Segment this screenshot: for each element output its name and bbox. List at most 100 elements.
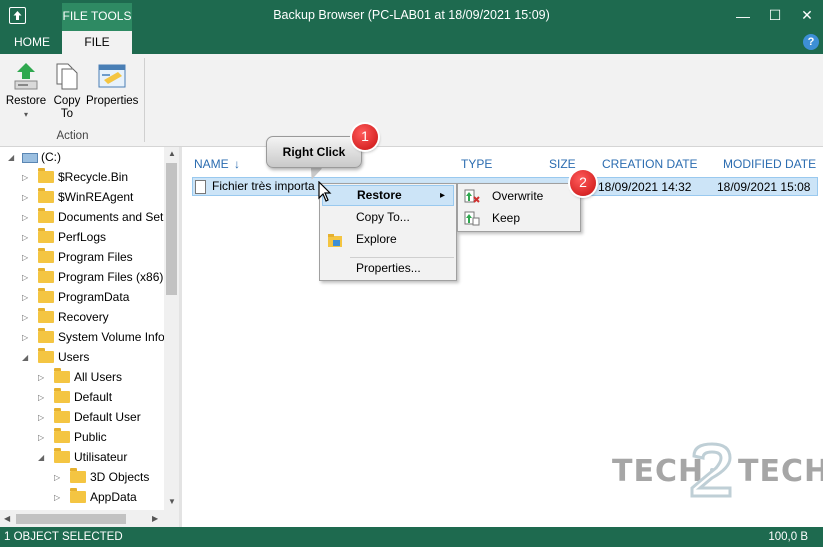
tree-item[interactable]: ◢ Utilisateur bbox=[38, 447, 127, 467]
file-name-cell: Fichier très importa bbox=[195, 179, 315, 194]
submenu-item-keep[interactable]: Keep bbox=[460, 208, 578, 229]
tree-item[interactable]: ▷ ProgramData bbox=[22, 287, 129, 307]
scroll-thumb[interactable] bbox=[16, 514, 126, 524]
submenu-arrow-icon: ▸ bbox=[439, 190, 445, 201]
expand-arrow-icon[interactable]: ▷ bbox=[22, 308, 32, 328]
status-bar: 1 OBJECT SELECTED 100,0 B bbox=[0, 527, 823, 547]
column-header-type[interactable]: TYPE bbox=[461, 157, 492, 171]
modified-date-cell: 18/09/2021 15:08 bbox=[717, 180, 811, 194]
mouse-cursor-icon bbox=[318, 180, 332, 206]
title-bar: FILE TOOLS Backup Browser (PC-LAB01 at 1… bbox=[0, 0, 823, 31]
column-header-name[interactable]: NAME ↓ bbox=[194, 157, 240, 171]
tree-root-drive[interactable]: ◢ (C:) bbox=[8, 147, 61, 167]
folder-icon bbox=[38, 287, 54, 303]
menu-item-explore[interactable]: Explore bbox=[322, 229, 454, 250]
selection-size: 100,0 B bbox=[768, 531, 808, 543]
expand-arrow-icon[interactable]: ▷ bbox=[54, 468, 64, 488]
folder-icon bbox=[38, 267, 54, 283]
ribbon-group-separator bbox=[144, 58, 145, 142]
expand-arrow-icon[interactable]: ▷ bbox=[38, 368, 48, 388]
minimize-button[interactable]: — bbox=[727, 0, 759, 31]
folder-open-icon bbox=[54, 447, 70, 463]
tree-item[interactable]: ▷ Public bbox=[38, 427, 107, 447]
tree-item[interactable]: ▷ $WinREAgent bbox=[22, 187, 133, 207]
menu-item-restore[interactable]: Restore ▸ bbox=[322, 185, 454, 206]
tree-item[interactable]: ▷ Recovery bbox=[22, 307, 109, 327]
scroll-right-icon[interactable]: ▶ bbox=[152, 514, 158, 523]
expand-arrow-icon[interactable]: ▷ bbox=[22, 248, 32, 268]
tree-item[interactable]: ▷ Program Files bbox=[22, 247, 133, 267]
right-click-callout: Right Click bbox=[266, 136, 362, 168]
properties-button[interactable]: Properties bbox=[86, 60, 138, 108]
expand-arrow-icon[interactable]: ▷ bbox=[22, 328, 32, 348]
tree-vertical-scrollbar[interactable]: ▲ ▼ bbox=[164, 147, 179, 510]
expand-arrow-icon[interactable]: ▷ bbox=[54, 488, 64, 508]
expand-arrow-icon[interactable]: ▷ bbox=[22, 188, 32, 208]
restore-label: Restore bbox=[5, 95, 47, 107]
folder-icon bbox=[54, 367, 70, 383]
folder-icon bbox=[70, 467, 86, 483]
watermark-logo: TECH TECH bbox=[612, 440, 823, 500]
tree-item[interactable]: ▷ Program Files (x86) bbox=[22, 267, 163, 287]
tree-item[interactable]: ▷ PerfLogs bbox=[22, 227, 106, 247]
tree-item[interactable]: ◢ Users bbox=[22, 347, 89, 367]
tree-item[interactable]: ▷ Default User bbox=[38, 407, 141, 427]
tree-item[interactable]: ▷ All Users bbox=[38, 367, 122, 387]
selection-status: 1 OBJECT SELECTED bbox=[4, 531, 123, 543]
tree-horizontal-scrollbar[interactable]: ◀ ▶ bbox=[0, 510, 179, 527]
copy-icon bbox=[51, 60, 83, 92]
restore-dropdown-arrow[interactable]: ▾ bbox=[4, 108, 48, 121]
column-header-modified-date[interactable]: MODIFIED DATE bbox=[723, 157, 816, 171]
maximize-button[interactable]: ☐ bbox=[759, 0, 791, 31]
folder-icon bbox=[38, 187, 54, 203]
menu-item-properties[interactable]: Properties... bbox=[322, 258, 454, 279]
collapse-arrow-icon[interactable]: ◢ bbox=[22, 348, 32, 368]
restore-icon bbox=[10, 60, 42, 92]
step-badge-2: 2 bbox=[570, 170, 596, 196]
submenu-item-overwrite[interactable]: Overwrite bbox=[460, 186, 578, 207]
tree-item[interactable]: ▷ $Recycle.Bin bbox=[22, 167, 128, 187]
tree-item[interactable]: ▷ Documents and Set bbox=[22, 207, 163, 227]
ribbon: Restore ▾ Copy To Properties Action bbox=[0, 54, 823, 147]
expand-arrow-icon[interactable]: ▷ bbox=[22, 268, 32, 288]
copy-to-label-line2: To bbox=[60, 108, 74, 120]
folder-icon bbox=[38, 207, 54, 223]
expand-arrow-icon[interactable]: ▷ bbox=[38, 428, 48, 448]
restore-submenu: Overwrite Keep bbox=[457, 183, 581, 232]
expand-arrow-icon[interactable]: ▷ bbox=[22, 208, 32, 228]
menu-item-copy-to[interactable]: Copy To... bbox=[322, 207, 454, 228]
keep-icon bbox=[464, 211, 480, 233]
ribbon-tab-row: HOME FILE ? bbox=[0, 31, 823, 54]
close-button[interactable]: ✕ bbox=[791, 0, 823, 31]
collapse-arrow-icon[interactable]: ◢ bbox=[8, 148, 18, 168]
sort-arrow-icon: ↓ bbox=[234, 157, 241, 171]
context-menu: Restore ▸ Copy To... Explore Properties.… bbox=[319, 183, 457, 281]
scroll-thumb[interactable] bbox=[166, 163, 177, 295]
scroll-down-icon[interactable]: ▼ bbox=[168, 497, 176, 506]
properties-icon bbox=[96, 60, 128, 92]
window-title: Backup Browser (PC-LAB01 at 18/09/2021 1… bbox=[273, 8, 550, 22]
tab-home[interactable]: HOME bbox=[6, 31, 58, 54]
tab-file[interactable]: FILE bbox=[62, 31, 132, 54]
expand-arrow-icon[interactable]: ▷ bbox=[22, 288, 32, 308]
tree-item[interactable]: ▷ Default bbox=[38, 387, 112, 407]
tree-item[interactable]: ▷ 3D Objects bbox=[54, 467, 149, 487]
expand-arrow-icon[interactable]: ▷ bbox=[22, 168, 32, 188]
collapse-arrow-icon[interactable]: ◢ bbox=[38, 448, 48, 468]
copy-to-button[interactable]: Copy To bbox=[50, 60, 84, 121]
folder-icon bbox=[38, 327, 54, 343]
expand-arrow-icon[interactable]: ▷ bbox=[38, 388, 48, 408]
expand-arrow-icon[interactable]: ▷ bbox=[38, 408, 48, 428]
folder-icon bbox=[54, 387, 70, 403]
help-icon[interactable]: ? bbox=[803, 34, 819, 50]
expand-arrow-icon[interactable]: ▷ bbox=[22, 228, 32, 248]
restore-button[interactable]: Restore ▾ bbox=[4, 60, 48, 121]
column-header-creation-date[interactable]: CREATION DATE bbox=[602, 157, 698, 171]
folder-icon bbox=[38, 227, 54, 243]
column-header-size[interactable]: SIZE bbox=[549, 157, 576, 171]
tree-item[interactable]: ▷ System Volume Info bbox=[22, 327, 165, 347]
tree-item[interactable]: ▷ AppData bbox=[54, 487, 137, 507]
scroll-up-icon[interactable]: ▲ bbox=[168, 149, 176, 158]
action-group-label: Action bbox=[56, 130, 89, 142]
scroll-left-icon[interactable]: ◀ bbox=[4, 514, 10, 523]
